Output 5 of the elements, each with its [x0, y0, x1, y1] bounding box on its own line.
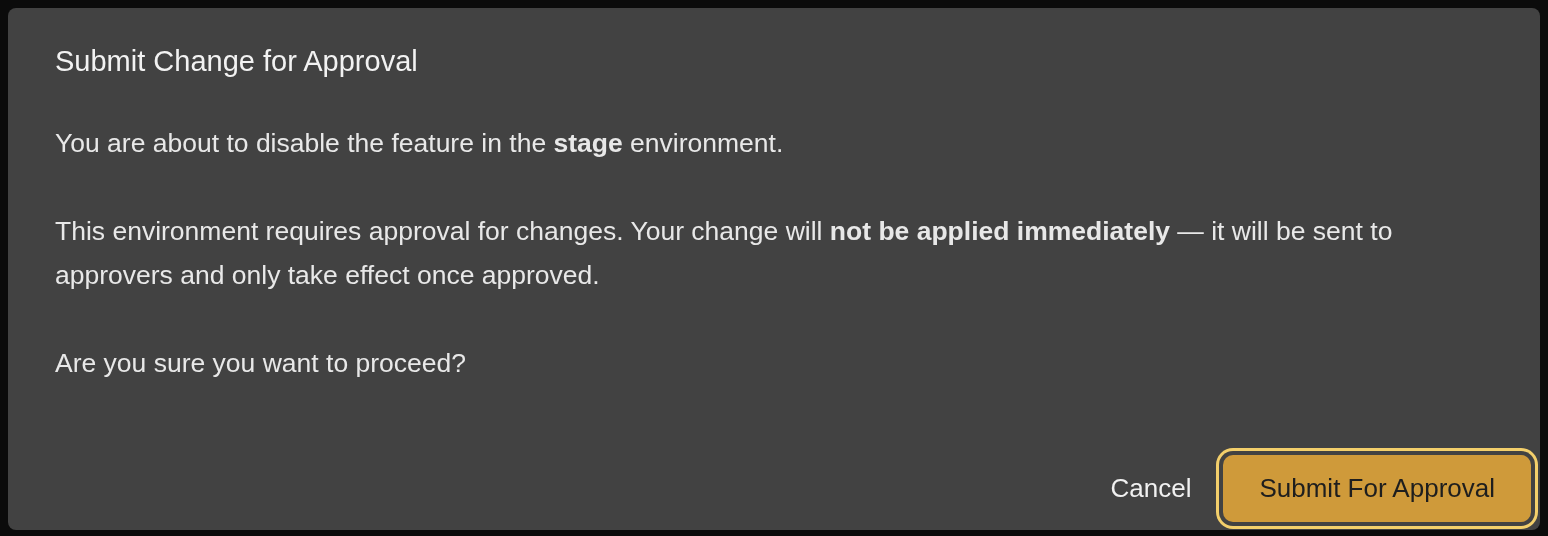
dialog-message: Are you sure you want to proceed?: [55, 346, 467, 380]
dialog-message: You are about to disable the feature in the stage environment.: [55, 126, 785, 160]
cancel-button[interactable]: Cancel: [1106, 461, 1196, 516]
dialog-title: Submit Change for Approval: [55, 44, 419, 79]
dialog-message: This environment requires approval for changes. Your change will not be applied immediately — it will be sent to approvers and only take effect once approved.: [55, 214, 1394, 292]
